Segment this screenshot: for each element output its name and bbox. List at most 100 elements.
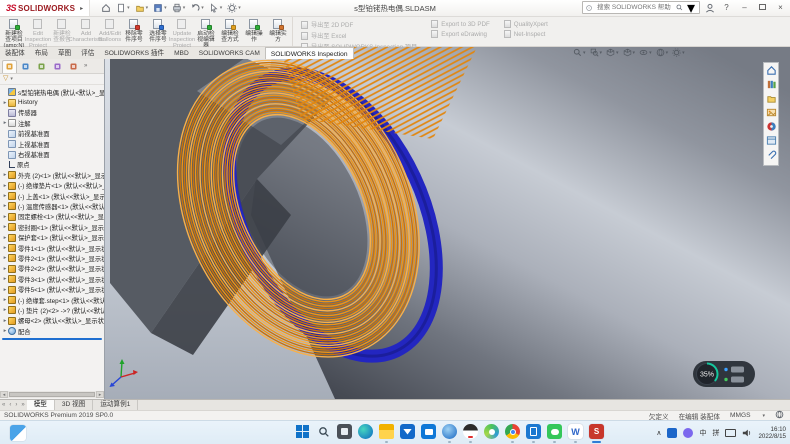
login-person-icon[interactable] bbox=[705, 3, 715, 13]
forum-icon[interactable] bbox=[766, 149, 777, 160]
display-icon[interactable] bbox=[725, 429, 736, 437]
units-caret-icon[interactable]: ▾ bbox=[762, 413, 765, 419]
home-icon[interactable] bbox=[100, 2, 112, 14]
browser-icon[interactable] bbox=[442, 424, 457, 439]
tree-root-assembly[interactable]: s型铂铑热电偶 (默认<默认>_显示状态-1 bbox=[0, 87, 104, 97]
resources-home-icon[interactable] bbox=[766, 65, 777, 76]
search-input[interactable] bbox=[595, 3, 673, 12]
tab-mbd[interactable]: MBD bbox=[169, 47, 194, 59]
edge-icon[interactable] bbox=[358, 424, 373, 439]
close-button[interactable]: × bbox=[774, 1, 787, 14]
property-manager-tab[interactable] bbox=[18, 60, 33, 73]
custom-properties-icon[interactable] bbox=[766, 135, 777, 146]
menu-expander-icon[interactable]: ▸ bbox=[80, 5, 83, 12]
appearances-icon[interactable] bbox=[766, 121, 777, 132]
wps-icon[interactable]: W bbox=[568, 424, 583, 439]
chrome-icon[interactable] bbox=[505, 424, 520, 439]
tab-布局[interactable]: 布局 bbox=[30, 47, 53, 59]
tree-item[interactable]: ▸(-) 上盖<1> (默认<<默认>_显示状 bbox=[0, 191, 104, 201]
search-icon[interactable] bbox=[676, 3, 683, 12]
scroll-right-icon[interactable]: ▸ bbox=[96, 391, 104, 398]
tree-item[interactable]: 传感器 bbox=[0, 108, 104, 118]
tree-horizontal-scrollbar[interactable]: ◂ ▸ bbox=[0, 391, 104, 398]
security-shield-icon[interactable] bbox=[667, 428, 677, 438]
recorder-overlay-widget[interactable]: 35% bbox=[693, 361, 755, 387]
qq-icon[interactable] bbox=[463, 424, 478, 439]
view-orientation-icon[interactable]: ▾ bbox=[606, 48, 619, 57]
select-cursor-icon[interactable]: ▾ bbox=[208, 2, 224, 14]
tab-solidworks-插件[interactable]: SOLIDWORKS 插件 bbox=[99, 47, 169, 59]
doc-tab-2[interactable]: 运动算例1 bbox=[93, 400, 138, 410]
tab-评估[interactable]: 评估 bbox=[76, 47, 99, 59]
tree-item[interactable]: ▸密封圈<1> (默认<<默认>_显示状 bbox=[0, 222, 104, 232]
tree-item[interactable]: ▸(-) 温度传感器<1> (默认<<默认>_ bbox=[0, 201, 104, 211]
doc-tab-nav-icon[interactable]: » bbox=[19, 400, 26, 410]
appearance-icon[interactable]: ▾ bbox=[656, 48, 669, 57]
tree-item[interactable]: ▸(-) 绝缘套.step<1> (默认<<默认> bbox=[0, 295, 104, 305]
new-doc-icon[interactable]: ▾ bbox=[115, 2, 131, 14]
taskbar-clock[interactable]: 16:102022/8/15 bbox=[758, 426, 786, 440]
zoom-fit-icon[interactable]: ▾ bbox=[573, 48, 586, 57]
scroll-thumb[interactable] bbox=[9, 392, 95, 397]
tree-item[interactable]: ▸History bbox=[0, 97, 104, 107]
print-icon[interactable]: ▾ bbox=[171, 2, 187, 14]
tree-item[interactable]: 上视基准面 bbox=[0, 139, 104, 149]
start-icon[interactable] bbox=[295, 424, 310, 439]
tree-item[interactable]: ▸(-) 垫片 (2)<2> ->? (默认<<默认> bbox=[0, 305, 104, 315]
tab-草图[interactable]: 草图 bbox=[53, 47, 76, 59]
save-icon[interactable]: ▾ bbox=[152, 2, 168, 14]
360-icon[interactable] bbox=[484, 424, 499, 439]
status-item-2[interactable]: MMGS bbox=[730, 412, 751, 419]
tab-solidworks-inspection[interactable]: SOLIDWORKS Inspection bbox=[265, 47, 354, 59]
doc-tab-1[interactable]: 3D 视图 bbox=[55, 400, 93, 410]
widgets-icon[interactable] bbox=[10, 425, 26, 441]
feature-tree-tab[interactable] bbox=[2, 60, 17, 73]
tray-expand-icon[interactable]: ∧ bbox=[656, 429, 661, 437]
tree-filter-row[interactable]: ▽ ▾ bbox=[0, 74, 104, 85]
tree-item[interactable]: ▸零件2<1> (默认<<默认>_显示状态 bbox=[0, 253, 104, 263]
panel-tabs-overflow-icon[interactable]: » bbox=[84, 63, 87, 69]
explorer-icon[interactable] bbox=[379, 424, 394, 439]
help-button[interactable]: ? bbox=[720, 1, 733, 14]
display-manager-tab[interactable] bbox=[66, 60, 81, 73]
undo-icon[interactable]: ▾ bbox=[189, 2, 205, 14]
tree-item[interactable]: ▸保护套<1> (默认<<默认>_显示状 bbox=[0, 232, 104, 242]
wechat-icon[interactable] bbox=[547, 424, 562, 439]
display-style-icon[interactable]: ▾ bbox=[623, 48, 636, 57]
3d-viewport[interactable]: 35% ▾▾▾▾▾▾▾ bbox=[105, 47, 790, 399]
restore-button[interactable] bbox=[756, 1, 769, 14]
tree-item[interactable]: 原点 bbox=[0, 160, 104, 170]
view-palette-icon[interactable] bbox=[766, 107, 777, 118]
volume-icon[interactable] bbox=[742, 428, 752, 438]
zoom-area-icon[interactable]: ▾ bbox=[590, 48, 603, 57]
minimize-button[interactable]: – bbox=[738, 1, 751, 14]
open-icon[interactable]: ▾ bbox=[134, 2, 150, 14]
scroll-left-icon[interactable]: ◂ bbox=[0, 391, 8, 398]
tab-装配体[interactable]: 装配体 bbox=[0, 47, 30, 59]
configuration-manager-tab[interactable] bbox=[34, 60, 49, 73]
dimxpert-tab[interactable] bbox=[50, 60, 65, 73]
filter-caret-icon[interactable]: ▾ bbox=[10, 76, 13, 82]
rollback-bar[interactable] bbox=[2, 338, 102, 340]
search-icon[interactable] bbox=[316, 424, 331, 439]
device-icon[interactable] bbox=[526, 424, 541, 439]
tree-item[interactable]: ▸固定螺栓<1> (默认<<默认>_显示 bbox=[0, 212, 104, 222]
tree-item[interactable]: 右视基准面 bbox=[0, 149, 104, 159]
edit-inspection-methods-button[interactable]: 编辑检查方式 bbox=[218, 18, 242, 43]
search-caret-icon[interactable]: ▾ bbox=[686, 0, 696, 19]
viewport-canvas[interactable]: 35% bbox=[105, 47, 790, 399]
tree-item[interactable]: ▸(-) 绝缘垫片<1> (默认<<默认>_显 bbox=[0, 181, 104, 191]
remove-balloons-button[interactable]: 移除零件序号 bbox=[122, 18, 146, 43]
scene-icon[interactable]: ▾ bbox=[672, 48, 685, 57]
antivirus-icon[interactable] bbox=[683, 428, 693, 438]
tree-item[interactable]: 前视基准面 bbox=[0, 129, 104, 139]
edit-actual-button[interactable]: 编辑实方 bbox=[266, 18, 290, 43]
options-gear-icon[interactable]: ▾ bbox=[226, 2, 242, 14]
hide-show-icon[interactable]: ▾ bbox=[639, 48, 652, 57]
tree-item[interactable]: ▸注解 bbox=[0, 118, 104, 128]
doc-tab-0[interactable]: 模型 bbox=[27, 400, 55, 410]
taskview-icon[interactable] bbox=[337, 424, 352, 439]
tree-item[interactable]: ▸配合 bbox=[0, 326, 104, 336]
launch-inspection-editor-button[interactable]: 启动检视编辑器 bbox=[194, 18, 218, 49]
file-explorer-icon[interactable] bbox=[766, 93, 777, 104]
